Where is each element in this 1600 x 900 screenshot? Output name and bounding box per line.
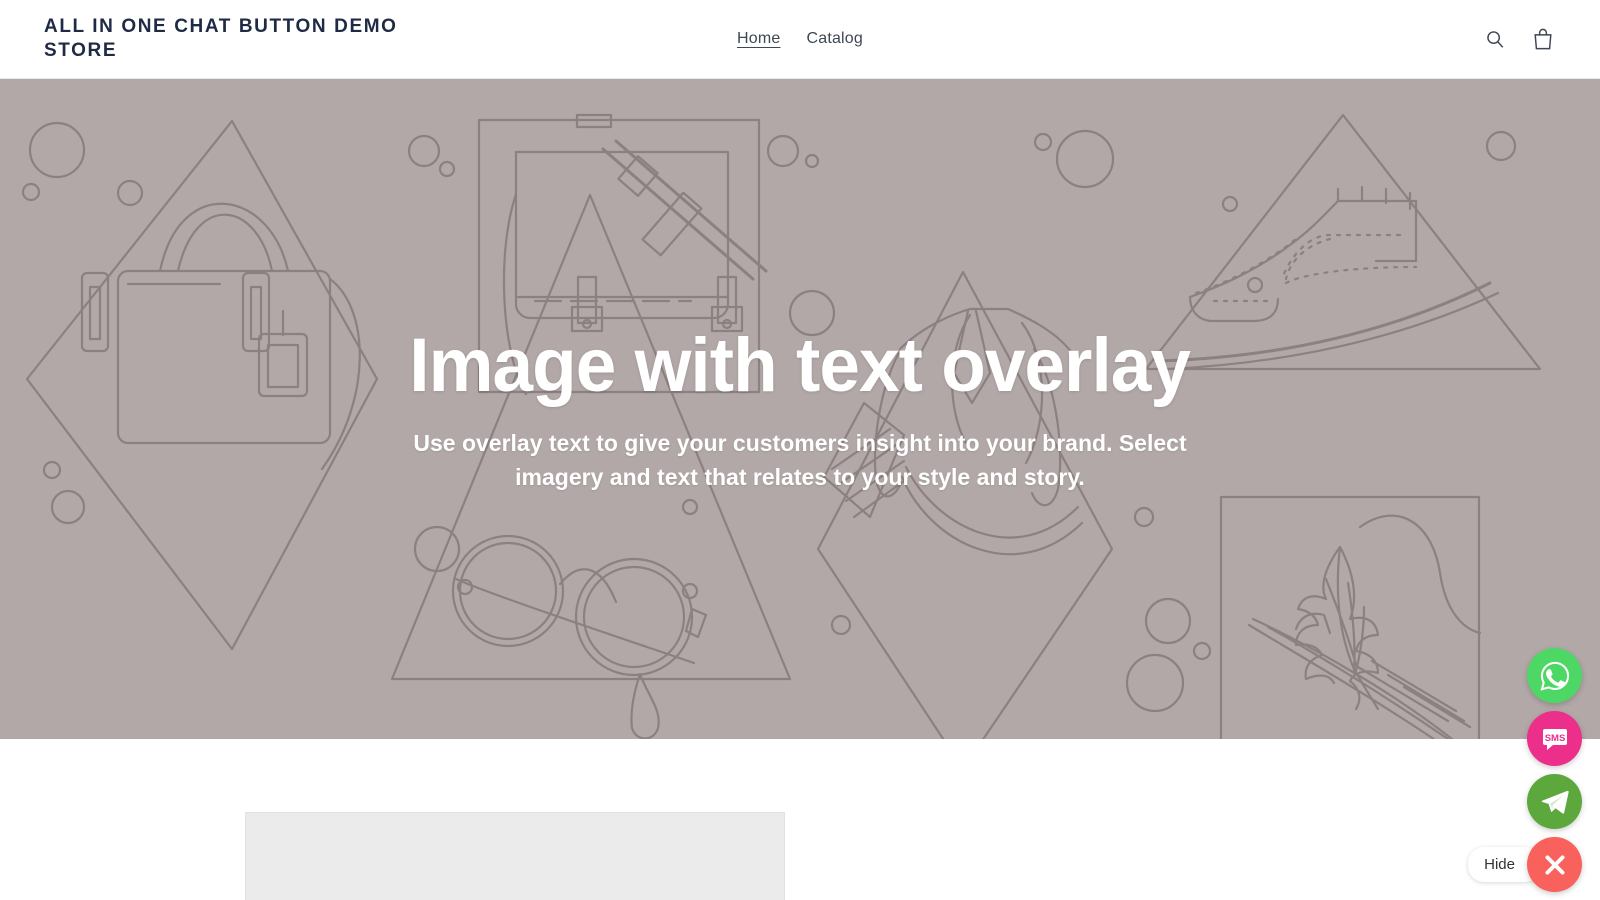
chat-widget: SMS Hide: [1468, 648, 1582, 892]
hero-title: Image with text overlay: [409, 323, 1192, 408]
nav-item-catalog[interactable]: Catalog: [806, 30, 863, 48]
close-chat-row: Hide: [1468, 837, 1582, 892]
whatsapp-chat-button[interactable]: [1527, 648, 1582, 703]
close-icon: [1544, 854, 1565, 875]
telegram-icon: [1541, 790, 1569, 814]
main-content: [0, 739, 1600, 900]
close-chat-button[interactable]: [1527, 837, 1582, 892]
cart-icon: [1534, 28, 1552, 50]
hero-banner: Image with text overlay Use overlay text…: [0, 79, 1600, 739]
hero-text-block: Image with text overlay Use overlay text…: [0, 79, 1600, 739]
search-icon: [1487, 31, 1504, 48]
nav-item-home[interactable]: Home: [737, 30, 780, 48]
page-root: ALL IN ONE CHAT BUTTON DEMO STORE Home C…: [0, 0, 1600, 900]
cart-button[interactable]: [1530, 25, 1556, 53]
telegram-chat-button[interactable]: [1527, 774, 1582, 829]
header-actions: [1482, 25, 1556, 53]
svg-text:SMS: SMS: [1544, 733, 1565, 744]
site-header: ALL IN ONE CHAT BUTTON DEMO STORE Home C…: [0, 0, 1600, 79]
main-navigation: Home Catalog: [737, 30, 863, 48]
whatsapp-icon: [1540, 661, 1569, 691]
search-button[interactable]: [1482, 25, 1508, 53]
sms-chat-button[interactable]: SMS: [1527, 711, 1582, 766]
content-placeholder-card: [245, 812, 785, 900]
sms-icon: SMS: [1542, 728, 1567, 750]
hero-subtitle: Use overlay text to give your customers …: [413, 430, 1187, 490]
page-title: ALL IN ONE CHAT BUTTON DEMO STORE: [44, 16, 398, 61]
